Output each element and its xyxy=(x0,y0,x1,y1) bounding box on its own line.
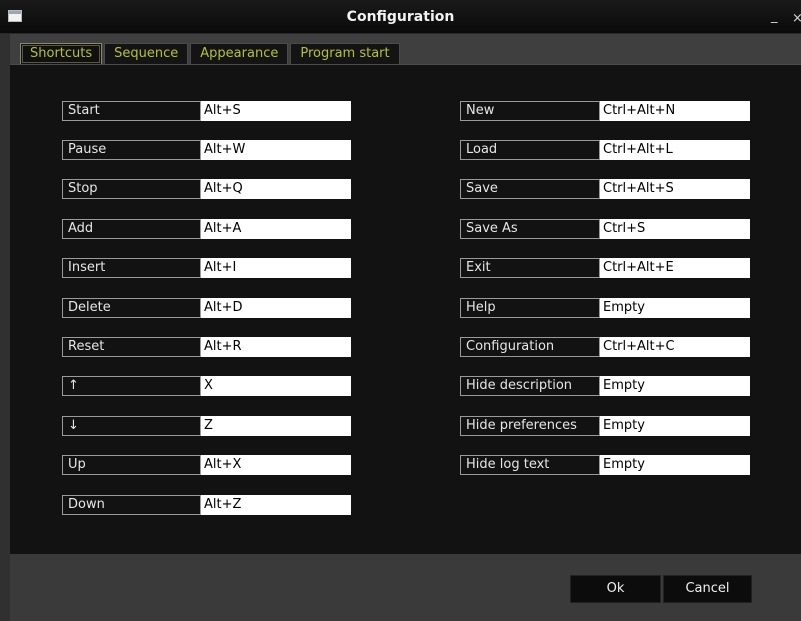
shortcut-field[interactable]: Alt+W xyxy=(201,140,351,160)
shortcut-field[interactable]: Empty xyxy=(600,376,750,396)
shortcut-label: Hide preferences xyxy=(460,416,600,436)
cancel-button[interactable]: Cancel xyxy=(663,575,752,603)
shortcut-field[interactable]: Ctrl+Alt+C xyxy=(600,337,750,357)
window-title: Configuration xyxy=(346,9,455,25)
shortcut-label: Hide description xyxy=(460,376,600,396)
shortcut-label: Up xyxy=(62,455,201,475)
shortcut-row-save: Save Ctrl+Alt+S xyxy=(460,179,750,199)
dialog-body: Shortcuts Sequence Appearance Program st… xyxy=(0,34,801,621)
shortcuts-panel: Start Alt+S Pause Alt+W Stop Alt+Q Add A… xyxy=(10,64,801,554)
shortcut-label: New xyxy=(460,101,600,121)
shortcut-field[interactable]: Empty xyxy=(600,416,750,436)
close-button[interactable]: × xyxy=(792,11,801,26)
shortcut-row-save-as: Save As Ctrl+S xyxy=(460,219,750,239)
shortcut-label: Start xyxy=(62,101,201,121)
tab-program-start[interactable]: Program start xyxy=(290,43,400,65)
shortcut-row-arrow-down: ↓ Z xyxy=(62,416,351,436)
shortcut-field[interactable]: Alt+Q xyxy=(201,179,351,199)
shortcut-field[interactable]: Ctrl+Alt+L xyxy=(600,140,750,160)
shortcut-field[interactable]: Alt+R xyxy=(201,337,351,357)
shortcut-label: Save xyxy=(460,179,600,199)
left-rail xyxy=(0,34,10,621)
shortcut-field[interactable]: Z xyxy=(201,416,351,436)
shortcut-label: Exit xyxy=(460,258,600,278)
shortcut-row-start: Start Alt+S xyxy=(62,101,351,121)
shortcut-label: Insert xyxy=(62,258,201,278)
shortcut-row-down: Down Alt+Z xyxy=(62,495,351,515)
shortcut-label: Pause xyxy=(62,140,201,160)
shortcut-label: Down xyxy=(62,495,201,515)
shortcut-field[interactable]: X xyxy=(201,376,351,396)
shortcut-row-pause: Pause Alt+W xyxy=(62,140,351,160)
shortcut-row-arrow-up: ↑ X xyxy=(62,376,351,396)
shortcut-row-up: Up Alt+X xyxy=(62,455,351,475)
shortcut-field[interactable]: Alt+X xyxy=(201,455,351,475)
title-bar[interactable]: Configuration _ × xyxy=(0,0,801,34)
shortcut-row-hide-preferences: Hide preferences Empty xyxy=(460,416,750,436)
shortcut-label: ↑ xyxy=(62,376,201,396)
shortcut-label: Stop xyxy=(62,179,201,199)
shortcut-field[interactable]: Empty xyxy=(600,455,750,475)
tab-sequence[interactable]: Sequence xyxy=(104,43,189,65)
shortcut-label: Hide log text xyxy=(460,455,600,475)
shortcut-row-delete: Delete Alt+D xyxy=(62,298,351,318)
shortcut-field[interactable]: Ctrl+Alt+N xyxy=(600,101,750,121)
shortcut-label: Load xyxy=(460,140,600,160)
shortcut-row-exit: Exit Ctrl+Alt+E xyxy=(460,258,750,278)
shortcut-row-insert: Insert Alt+I xyxy=(62,258,351,278)
shortcut-label: Add xyxy=(62,219,201,239)
shortcut-row-help: Help Empty xyxy=(460,298,750,318)
shortcut-field[interactable]: Ctrl+Alt+E xyxy=(600,258,750,278)
shortcut-field[interactable]: Empty xyxy=(600,298,750,318)
shortcut-field[interactable]: Alt+Z xyxy=(201,495,351,515)
shortcut-row-new: New Ctrl+Alt+N xyxy=(460,101,750,121)
shortcut-label: Reset xyxy=(62,337,201,357)
shortcut-field[interactable]: Alt+A xyxy=(201,219,351,239)
tab-bar: Shortcuts Sequence Appearance Program st… xyxy=(20,43,402,65)
tab-appearance[interactable]: Appearance xyxy=(190,43,289,65)
shortcut-field[interactable]: Ctrl+Alt+S xyxy=(600,179,750,199)
shortcut-label: Configuration xyxy=(460,337,600,357)
shortcut-field[interactable]: Alt+S xyxy=(201,101,351,121)
shortcut-field[interactable]: Alt+D xyxy=(201,298,351,318)
shortcut-row-hide-description: Hide description Empty xyxy=(460,376,750,396)
shortcut-row-add: Add Alt+A xyxy=(62,219,351,239)
shortcut-label: ↓ xyxy=(62,416,201,436)
shortcut-row-load: Load Ctrl+Alt+L xyxy=(460,140,750,160)
ok-button[interactable]: Ok xyxy=(570,575,661,603)
tab-shortcuts[interactable]: Shortcuts xyxy=(20,43,103,65)
minimize-button[interactable]: _ xyxy=(771,9,778,24)
shortcut-label: Save As xyxy=(460,219,600,239)
shortcut-field[interactable]: Alt+I xyxy=(201,258,351,278)
shortcut-field[interactable]: Ctrl+S xyxy=(600,219,750,239)
shortcut-row-hide-log-text: Hide log text Empty xyxy=(460,455,750,475)
shortcut-label: Help xyxy=(460,298,600,318)
shortcut-label: Delete xyxy=(62,298,201,318)
shortcut-row-reset: Reset Alt+R xyxy=(62,337,351,357)
shortcut-row-stop: Stop Alt+Q xyxy=(62,179,351,199)
shortcut-row-configuration: Configuration Ctrl+Alt+C xyxy=(460,337,750,357)
